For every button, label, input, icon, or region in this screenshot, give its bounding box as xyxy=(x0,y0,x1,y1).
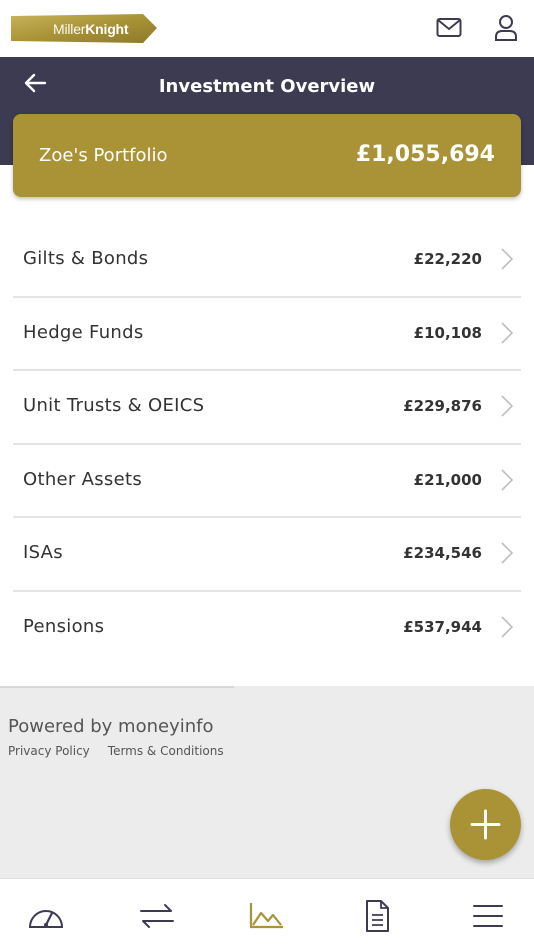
asset-value: £22,220 xyxy=(413,250,482,268)
asset-label: Unit Trusts & OEICS xyxy=(23,395,205,416)
asset-label: Other Assets xyxy=(23,468,143,490)
chevron-right-icon xyxy=(501,615,513,638)
chevron-right-icon xyxy=(501,395,513,417)
logo-text: MillerKnight xyxy=(53,21,129,37)
asset-row-hedge-funds[interactable]: Hedge Funds £10,108 xyxy=(13,298,521,371)
add-button[interactable] xyxy=(450,789,521,860)
asset-label: Gilts & Bonds xyxy=(23,248,149,269)
portfolio-name: Zoe's Portfolio xyxy=(39,145,168,166)
footer-divider xyxy=(0,686,234,688)
chevron-right-icon xyxy=(501,248,513,270)
footer: Powered by moneyinfo Privacy Policy Terms… xyxy=(0,686,534,878)
asset-value: £234,546 xyxy=(403,544,482,562)
chart-icon[interactable] xyxy=(247,899,287,933)
mail-icon[interactable] xyxy=(436,17,462,39)
plus-icon xyxy=(470,809,501,840)
asset-row-gilts-bonds[interactable]: Gilts & Bonds £22,220 xyxy=(13,224,521,298)
portfolio-total: £1,055,694 xyxy=(355,142,495,167)
chevron-right-icon xyxy=(501,542,513,564)
asset-value: £21,000 xyxy=(413,470,482,489)
document-icon[interactable] xyxy=(357,899,397,933)
asset-row-unit-trusts[interactable]: Unit Trusts & OEICS £229,876 xyxy=(13,371,521,445)
privacy-policy-link[interactable]: Privacy Policy xyxy=(8,744,90,758)
asset-label: Pensions xyxy=(23,615,105,637)
portfolio-card[interactable]: Zoe's Portfolio £1,055,694 xyxy=(13,114,521,197)
dashboard-icon[interactable] xyxy=(26,899,66,933)
chevron-right-icon xyxy=(501,321,513,344)
asset-label: ISAs xyxy=(23,542,63,563)
asset-value: £229,876 xyxy=(403,397,482,415)
terms-link[interactable]: Terms & Conditions xyxy=(108,744,224,758)
powered-by-text: Powered by moneyinfo xyxy=(8,716,214,737)
asset-value: £537,944 xyxy=(403,617,482,636)
chevron-right-icon xyxy=(501,468,513,491)
menu-icon[interactable] xyxy=(468,899,508,933)
asset-row-other-assets[interactable]: Other Assets £21,000 xyxy=(13,445,521,518)
millerknight-logo[interactable]: MillerKnight xyxy=(11,14,157,44)
asset-label: Hedge Funds xyxy=(23,321,144,343)
user-icon[interactable] xyxy=(494,15,518,41)
bottom-nav xyxy=(0,878,534,950)
top-bar: MillerKnight xyxy=(0,0,534,57)
page-title: Investment Overview xyxy=(158,76,376,97)
asset-row-isas[interactable]: ISAs £234,546 xyxy=(13,518,521,592)
footer-links: Privacy Policy Terms & Conditions xyxy=(8,744,224,758)
asset-list: Gilts & Bonds £22,220 Hedge Funds £10,10… xyxy=(13,224,521,665)
asset-row-pensions[interactable]: Pensions £537,944 xyxy=(13,592,521,666)
asset-value: £10,108 xyxy=(413,323,482,342)
transfer-icon[interactable] xyxy=(137,899,177,933)
